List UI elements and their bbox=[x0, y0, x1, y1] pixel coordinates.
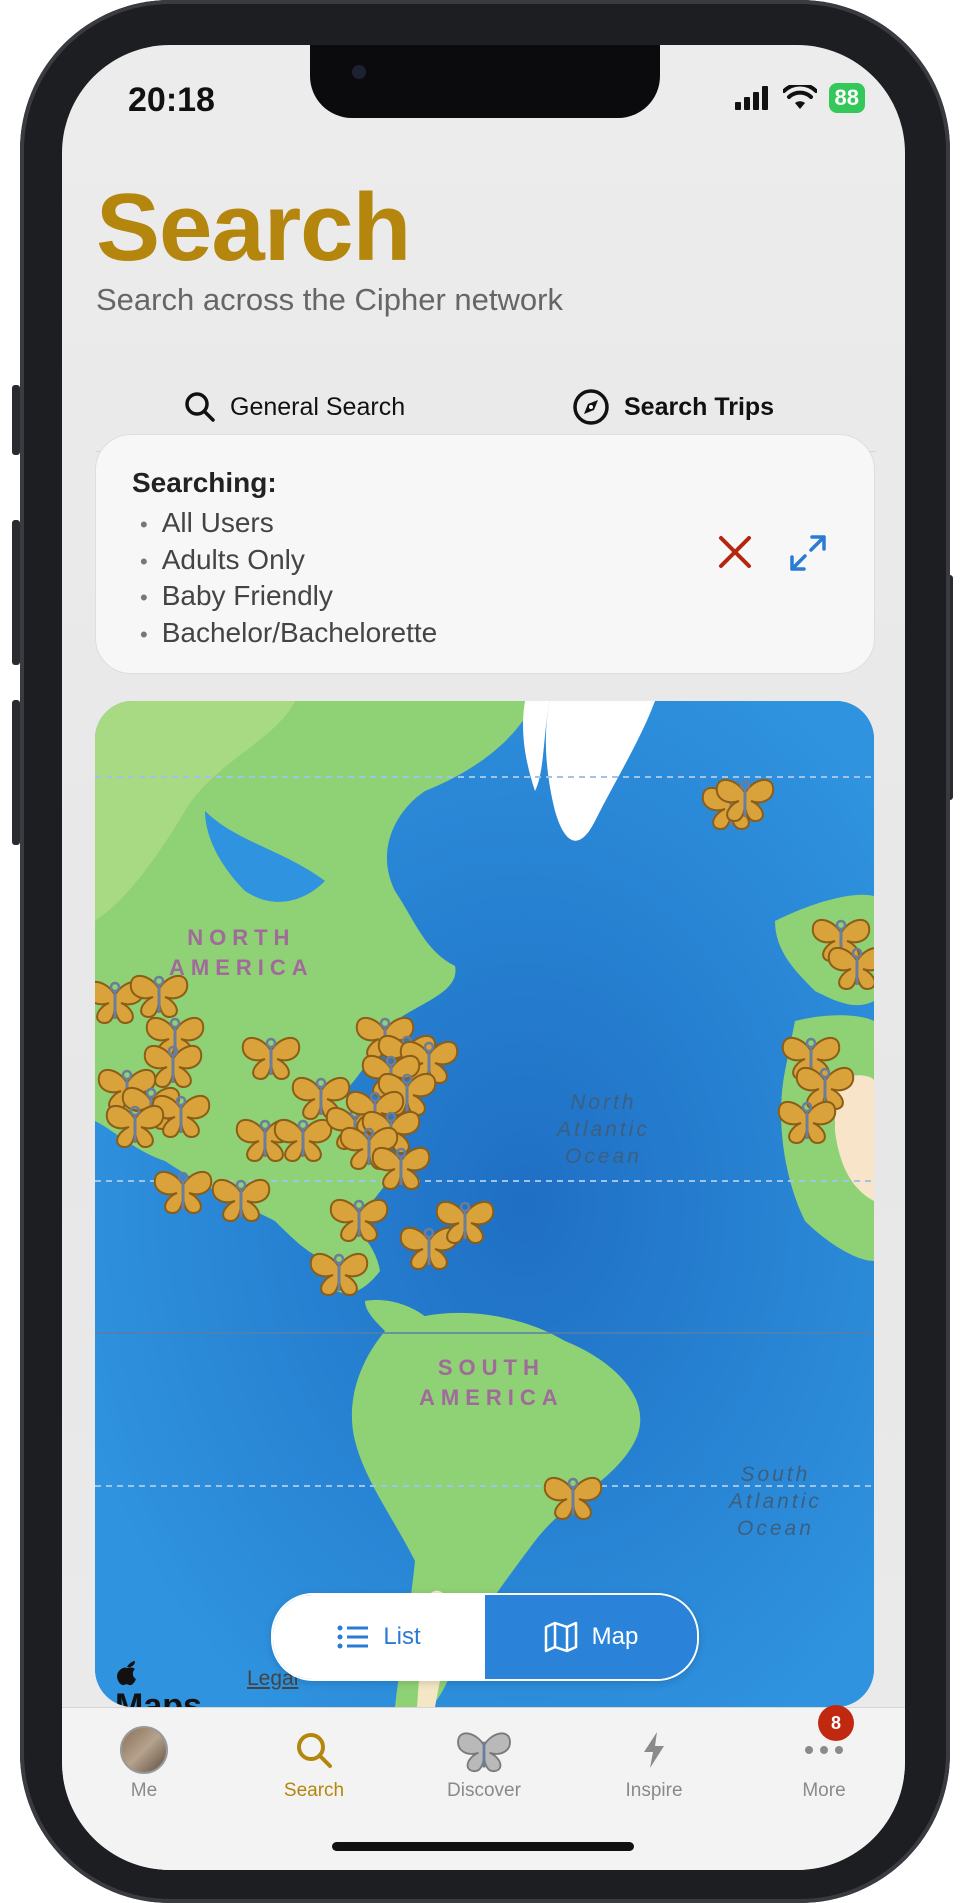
label-north-atlantic: North Atlantic Ocean bbox=[557, 1091, 650, 1168]
view-toggle: List Map bbox=[271, 1593, 699, 1681]
tab-discover-label: Discover bbox=[447, 1780, 521, 1801]
wifi-icon bbox=[782, 85, 817, 109]
home-indicator[interactable] bbox=[332, 1842, 634, 1851]
search-filters-card: Searching: All Users Adults Only Baby Fr… bbox=[95, 434, 875, 674]
signal-icon bbox=[734, 86, 768, 110]
butterfly-icon bbox=[457, 1732, 511, 1773]
search-icon bbox=[297, 1733, 332, 1768]
tab-search-trips-label: Search Trips bbox=[624, 392, 775, 421]
filter-item: Adults Only bbox=[132, 542, 437, 579]
tab-discover[interactable]: Discover bbox=[424, 1726, 544, 1802]
tab-me[interactable]: Me bbox=[84, 1726, 204, 1802]
bolt-icon bbox=[644, 1732, 664, 1768]
ring-switch bbox=[12, 385, 20, 455]
trips-map[interactable]: NORTH AMERICA SOUTH AMERICA North Atlant… bbox=[95, 701, 874, 1707]
page-title: Search bbox=[96, 174, 411, 281]
front-camera bbox=[352, 65, 366, 79]
expand-filters-button[interactable] bbox=[788, 533, 828, 573]
ellipsis-icon bbox=[805, 1746, 843, 1754]
filter-item: Baby Friendly bbox=[132, 578, 437, 615]
filter-item: All Users bbox=[132, 505, 437, 542]
status-icons: 88 bbox=[734, 83, 865, 113]
page-subtitle: Search across the Cipher network bbox=[96, 282, 563, 317]
volume-up-button bbox=[12, 520, 20, 665]
label-south-atlantic: South Atlantic Ocean bbox=[729, 1463, 822, 1540]
clear-filters-button[interactable] bbox=[716, 533, 754, 571]
maps-attribution-label: Maps bbox=[115, 1687, 202, 1707]
list-view-label: List bbox=[383, 1623, 421, 1650]
map-icon bbox=[544, 1621, 577, 1653]
tab-inspire[interactable]: Inspire bbox=[594, 1726, 714, 1802]
list-icon bbox=[337, 1625, 369, 1649]
phone-screen: 20:18 88 Search Search across the Cipher… bbox=[62, 45, 905, 1870]
compass-icon bbox=[573, 389, 609, 425]
avatar bbox=[120, 1726, 168, 1774]
map-canvas[interactable] bbox=[95, 701, 874, 1707]
notification-badge: 8 bbox=[818, 1705, 854, 1741]
filter-item: Bachelor/Bachelorette bbox=[132, 615, 438, 652]
label-south-america: SOUTH AMERICA bbox=[419, 1355, 564, 1410]
filters-heading: Searching: bbox=[132, 467, 277, 498]
tab-more[interactable]: More bbox=[764, 1726, 884, 1802]
map-view-label: Map bbox=[591, 1623, 639, 1650]
tab-inspire-label: Inspire bbox=[625, 1780, 683, 1801]
map-view-button[interactable]: Map bbox=[485, 1595, 697, 1679]
list-view-button[interactable]: List bbox=[273, 1595, 485, 1679]
tab-search[interactable]: Search bbox=[254, 1726, 374, 1802]
battery-level: 88 bbox=[834, 85, 859, 110]
tab-me-label: Me bbox=[130, 1780, 158, 1801]
tab-search-label: Search bbox=[283, 1780, 345, 1801]
notch bbox=[310, 45, 660, 118]
maps-attribution: Maps bbox=[115, 1659, 202, 1707]
tab-general-search-label: General Search bbox=[230, 392, 406, 421]
battery-indicator: 88 bbox=[828, 83, 865, 113]
volume-down-button bbox=[12, 700, 20, 845]
label-north-america: NORTH AMERICA bbox=[169, 925, 314, 980]
tab-more-label: More bbox=[802, 1780, 846, 1801]
search-icon bbox=[185, 392, 215, 422]
status-time: 20:18 bbox=[128, 81, 215, 119]
apple-logo-icon bbox=[117, 1661, 136, 1686]
filters-list: All Users Adults Only Baby Friendly Bach… bbox=[132, 505, 438, 652]
